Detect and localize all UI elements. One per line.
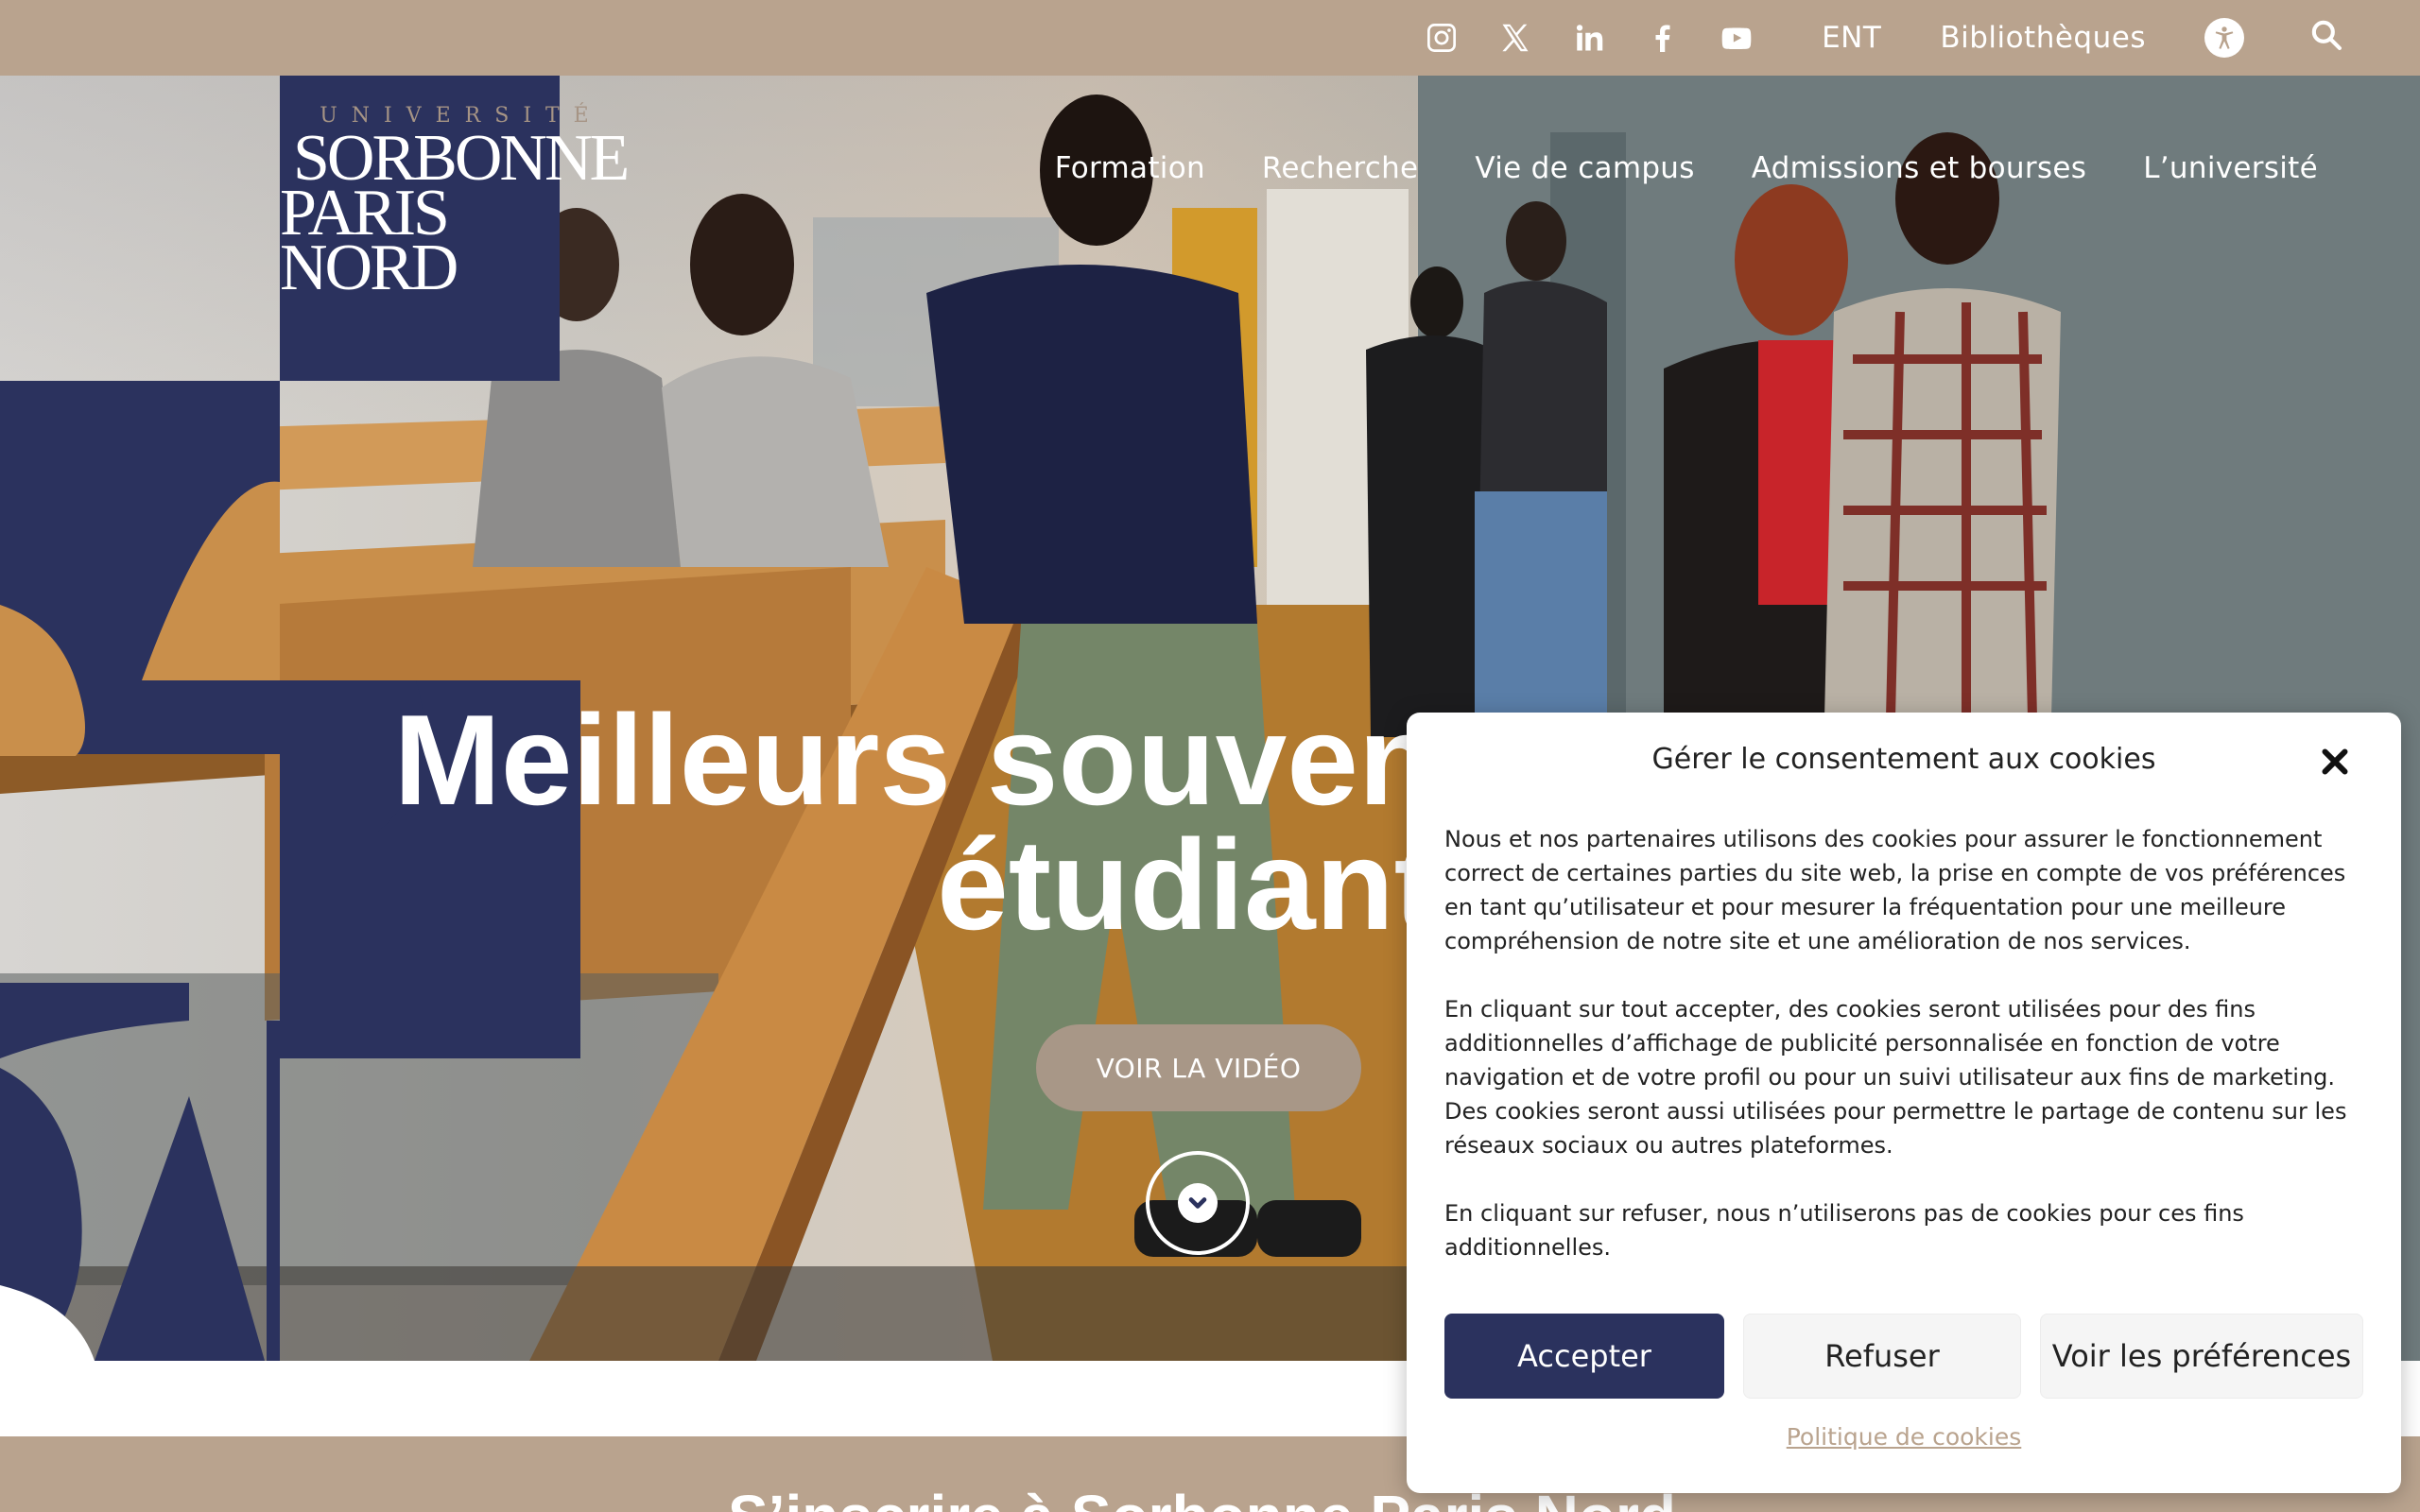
search-icon[interactable] bbox=[2308, 17, 2344, 53]
cookie-preferences-button[interactable]: Voir les préférences bbox=[2040, 1314, 2363, 1399]
nav-item-vie-de-campus[interactable]: Vie de campus bbox=[1475, 151, 1694, 185]
close-icon[interactable] bbox=[2318, 745, 2352, 779]
nav-item-recherche[interactable]: Recherche bbox=[1262, 151, 1419, 185]
youtube-icon[interactable] bbox=[1720, 21, 1754, 55]
hero-title-line-2: étudiant bbox=[937, 813, 1437, 956]
hero-title-line-1: Meilleurs souven bbox=[393, 688, 1437, 832]
cookie-paragraph-3: En cliquant sur refuser, nous n’utiliser… bbox=[1444, 1200, 2244, 1261]
libraries-link[interactable]: Bibliothèques bbox=[1940, 21, 2146, 55]
cookie-paragraph-2: En cliquant sur tout accepter, des cooki… bbox=[1444, 996, 2347, 1159]
x-icon[interactable] bbox=[1498, 21, 1532, 55]
top-utility-bar: ENT Bibliothèques bbox=[0, 0, 2420, 76]
main-navigation: Formation Recherche Vie de campus Admiss… bbox=[1055, 151, 2318, 185]
logo-line-paris-nord: PARIS NORD bbox=[280, 177, 458, 304]
accessibility-icon[interactable] bbox=[2204, 18, 2244, 58]
refuse-cookies-button[interactable]: Refuser bbox=[1743, 1314, 2021, 1399]
cookie-policy-link[interactable]: Politique de cookies bbox=[1407, 1423, 2401, 1451]
cookie-dialog-title: Gérer le consentement aux cookies bbox=[1651, 743, 2156, 776]
linkedin-icon[interactable] bbox=[1572, 21, 1606, 55]
social-links bbox=[1425, 21, 1754, 55]
cookie-paragraph-1: Nous et nos partenaires utilisons des co… bbox=[1444, 826, 2346, 954]
chevron-down-icon bbox=[1178, 1183, 1218, 1223]
instagram-icon[interactable] bbox=[1425, 21, 1459, 55]
watch-video-button[interactable]: VOIR LA VIDÉO bbox=[1036, 1024, 1361, 1111]
hero-title: Meilleurs souven étudiant bbox=[340, 688, 1437, 956]
scroll-down-button[interactable] bbox=[1146, 1151, 1250, 1255]
accept-cookies-button[interactable]: Accepter bbox=[1444, 1314, 1724, 1399]
nav-item-universite[interactable]: L’université bbox=[2143, 151, 2318, 185]
ent-link[interactable]: ENT bbox=[1822, 21, 1881, 55]
nav-item-admissions[interactable]: Admissions et bourses bbox=[1752, 151, 2086, 185]
cookie-dialog-body: Nous et nos partenaires utilisons des co… bbox=[1444, 822, 2371, 1298]
cookie-consent-dialog: Gérer le consentement aux cookies Nous e… bbox=[1407, 713, 2401, 1493]
nav-item-formation[interactable]: Formation bbox=[1055, 151, 1205, 185]
university-logo[interactable]: UNIVERSITÉ SORBONNE PARIS NORD bbox=[280, 104, 630, 301]
facebook-icon[interactable] bbox=[1646, 21, 1680, 55]
